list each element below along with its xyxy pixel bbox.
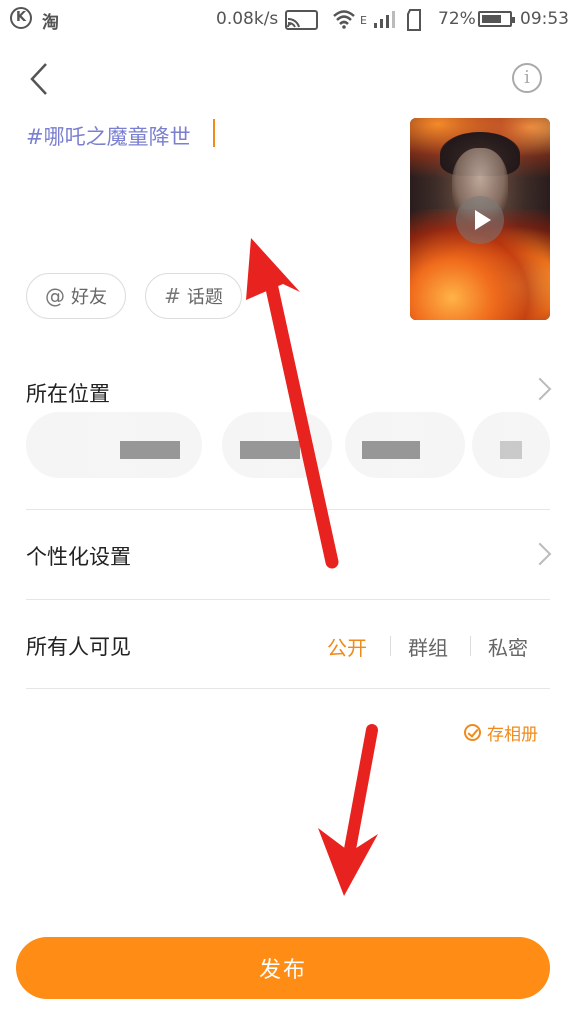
- at-icon: @: [45, 284, 65, 308]
- cast-icon: [285, 10, 318, 30]
- wifi-icon: [333, 10, 355, 29]
- visibility-label: 所有人可见: [26, 635, 131, 659]
- visibility-public-option[interactable]: 公开: [327, 632, 367, 661]
- network-speed: 0.08k/s: [216, 9, 279, 29]
- annotation-arrow-down: [318, 724, 378, 896]
- location-label[interactable]: 所在位置: [26, 378, 110, 408]
- k-app-icon: K: [10, 7, 32, 29]
- network-type-label: E: [360, 14, 367, 27]
- chevron-right-icon[interactable]: [528, 377, 552, 401]
- play-icon[interactable]: [456, 196, 504, 244]
- annotation-arrow-up: [246, 238, 339, 569]
- battery-icon: [478, 11, 515, 27]
- visibility-group-option[interactable]: 群组: [408, 632, 448, 661]
- info-icon[interactable]: i: [512, 63, 542, 93]
- add-topic-button[interactable]: # 话题: [145, 273, 242, 319]
- status-bar: K 淘 0.08k/s E 72% 09:53: [0, 0, 576, 40]
- publish-button[interactable]: 发布: [16, 937, 550, 999]
- battery-percent: 72%: [438, 9, 476, 29]
- check-circle-icon: [464, 724, 481, 741]
- add-topic-label: 话题: [186, 287, 223, 308]
- chevron-right-icon[interactable]: [528, 542, 552, 566]
- signal-icon: [374, 11, 395, 28]
- personalize-settings-label[interactable]: 个性化设置: [26, 541, 131, 571]
- mention-friend-label: 好友: [71, 287, 107, 308]
- clock: 09:53: [520, 9, 569, 29]
- video-thumbnail[interactable]: [410, 118, 550, 320]
- text-cursor: [213, 119, 215, 147]
- mention-friend-button[interactable]: @ 好友: [26, 273, 126, 319]
- save-to-album-toggle[interactable]: 存相册: [464, 720, 538, 745]
- hash-icon: #: [164, 284, 181, 308]
- save-to-album-label: 存相册: [487, 725, 538, 745]
- back-button[interactable]: [24, 62, 58, 96]
- sim-icon: [407, 9, 421, 31]
- taobao-app-icon: 淘: [42, 13, 59, 33]
- post-text-input[interactable]: #哪吒之魔童降世: [26, 121, 191, 151]
- battery-fill: [482, 15, 501, 23]
- visibility-private-option[interactable]: 私密: [488, 632, 528, 661]
- divider: [26, 509, 550, 510]
- divider: [26, 599, 550, 600]
- divider: [26, 688, 550, 689]
